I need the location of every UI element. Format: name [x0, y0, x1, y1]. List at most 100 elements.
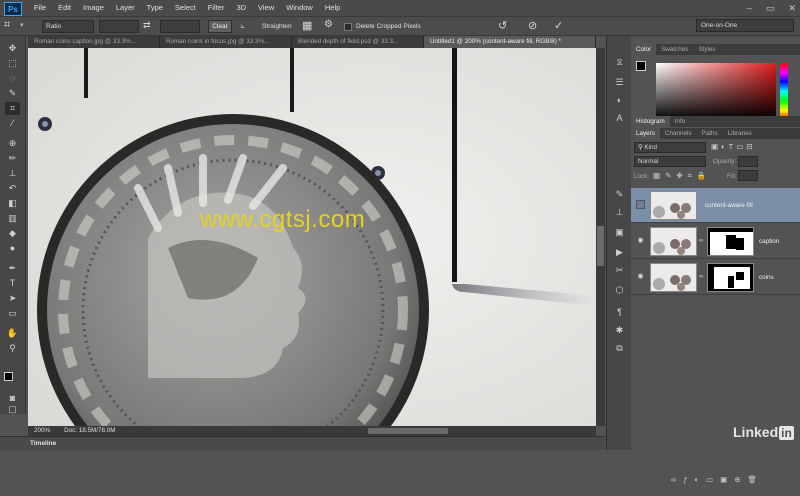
menu-image[interactable]: Image — [77, 0, 110, 16]
eye-icon[interactable]: ◉ — [636, 272, 645, 281]
brush-tool-icon[interactable]: ✏ — [5, 152, 20, 165]
move-tool-icon[interactable]: ✥ — [5, 42, 20, 55]
straighten-icon[interactable]: ⦣ — [240, 21, 245, 31]
tool-preset-chevron-icon[interactable]: ▾ — [20, 21, 24, 29]
history-panel-icon[interactable]: ⧖ — [612, 56, 627, 68]
clone-stamp-tool-icon[interactable]: ⊥ — [5, 167, 20, 180]
vertical-scrollbar[interactable] — [596, 48, 605, 426]
tab-styles[interactable]: Styles — [693, 44, 720, 55]
history-brush-tool-icon[interactable]: ↶ — [5, 182, 20, 195]
menu-edit[interactable]: Edit — [52, 0, 77, 16]
layer-row-content-aware-fill[interactable]: content-aware fill — [631, 188, 800, 223]
delete-cropped-checkbox[interactable] — [344, 23, 352, 31]
doc-tab-focus[interactable]: Roman coins in focus.jpg @ 33.3%... — [160, 36, 292, 48]
document-canvas[interactable] — [28, 48, 596, 426]
eraser-tool-icon[interactable]: ◧ — [5, 197, 20, 210]
link-icon[interactable]: ∞ — [699, 274, 703, 280]
clear-button[interactable]: Clear — [208, 20, 232, 33]
healing-brush-tool-icon[interactable]: ⊕ — [5, 137, 20, 150]
hand-tool-icon[interactable]: ✋ — [5, 327, 20, 340]
crop-height-field[interactable] — [160, 20, 200, 33]
menu-file[interactable]: File — [28, 0, 52, 16]
screen-mode-icon[interactable]: ▢ — [5, 405, 20, 414]
reset-icon[interactable]: ↺ — [498, 19, 507, 32]
tab-libraries[interactable]: Libraries — [723, 128, 757, 139]
commit-crop-icon[interactable]: ✓ — [554, 19, 563, 32]
straighten-label[interactable]: Straighten — [262, 23, 292, 30]
layer-name[interactable]: caption — [759, 238, 779, 246]
tab-info[interactable]: Info — [670, 116, 691, 127]
crop-width-field[interactable] — [99, 20, 139, 33]
character-panel-icon[interactable]: A — [612, 112, 627, 124]
doc-tab-blended[interactable]: Blended depth of field.psd @ 33.3... — [292, 36, 424, 48]
tab-histogram[interactable]: Histogram — [631, 116, 670, 127]
maximize-button[interactable]: ▭ — [766, 0, 775, 16]
dodge-tool-icon[interactable]: ● — [5, 242, 20, 255]
menu-window[interactable]: Window — [280, 0, 319, 16]
crop-tool-icon[interactable]: ⌗ — [5, 102, 20, 115]
actions-panel-icon[interactable]: ▶ — [612, 246, 627, 258]
eyedropper-tool-icon[interactable]: ⁄ — [5, 117, 20, 130]
tab-channels[interactable]: Channels — [660, 128, 697, 139]
minimize-button[interactable]: – — [747, 0, 752, 16]
crop-tool-icon[interactable]: ⌗ — [4, 19, 10, 32]
doc-tab-untitled1[interactable]: Untitled1 @ 200% (content-aware fill, RG… — [424, 36, 596, 48]
marquee-tool-icon[interactable]: ⬚ — [5, 57, 20, 70]
quick-select-tool-icon[interactable]: ✎ — [5, 87, 20, 100]
fill-field[interactable] — [738, 170, 758, 181]
3d-panel-icon[interactable]: ⬡ — [612, 284, 627, 296]
menu-help[interactable]: Help — [319, 0, 346, 16]
paragraph-panel-icon[interactable]: ¶ — [612, 306, 627, 318]
menu-layer[interactable]: Layer — [110, 0, 141, 16]
layer-mask-thumbnail[interactable] — [707, 263, 754, 292]
settings-gear-icon[interactable]: ⚙ — [324, 19, 333, 30]
timeline-panel-tab[interactable]: Timeline — [0, 436, 605, 450]
zoom-tool-icon[interactable]: ⚲ — [5, 342, 20, 355]
tab-paths[interactable]: Paths — [697, 128, 723, 139]
layer-name[interactable]: content-aware fill — [705, 202, 753, 210]
blur-tool-icon[interactable]: ◆ — [5, 227, 20, 240]
tab-color[interactable]: Color — [631, 44, 657, 55]
clone-source-panel-icon[interactable]: ⊥ — [612, 206, 627, 218]
close-button[interactable]: ✕ — [788, 0, 796, 16]
foreground-color-swatch[interactable] — [4, 372, 13, 381]
menu-filter[interactable]: Filter — [202, 0, 231, 16]
rectangle-tool-icon[interactable]: ▭ — [5, 307, 20, 320]
zoom-level[interactable]: 200% — [34, 426, 50, 436]
horizontal-scroll-thumb[interactable] — [368, 428, 448, 434]
cancel-crop-icon[interactable]: ⊘ — [528, 19, 537, 32]
visibility-toggle-off[interactable] — [636, 200, 645, 209]
tab-layers[interactable]: Layers — [631, 128, 660, 139]
doc-tab-caption[interactable]: Roman coins caption.jpg @ 33.3%... — [28, 36, 160, 48]
gradient-tool-icon[interactable]: ▥ — [5, 212, 20, 225]
filter-kind-select[interactable]: ⚲ Kind — [634, 142, 706, 153]
layer-mask-thumbnail[interactable] — [707, 227, 754, 256]
tab-swatches[interactable]: Swatches — [656, 44, 693, 55]
path-select-tool-icon[interactable]: ➤ — [5, 292, 20, 305]
lasso-tool-icon[interactable]: ◌ — [5, 72, 20, 85]
layer-row-coins[interactable]: ◉ ∞ coins — [631, 260, 800, 295]
layer-action-icons[interactable]: ∞ƒ◐▭▣⊕🗑 — [671, 475, 764, 484]
layer-row-caption[interactable]: ◉ ∞ caption — [631, 224, 800, 259]
menu-view[interactable]: View — [252, 0, 280, 16]
type-tool-icon[interactable]: T — [5, 277, 20, 290]
foreground-color-chip[interactable] — [636, 61, 646, 71]
workspace-select[interactable]: One-on-One — [696, 19, 794, 32]
navigator-panel-icon[interactable]: ▣ — [612, 226, 627, 238]
layer-name[interactable]: coins — [759, 274, 774, 282]
vertical-scroll-thumb[interactable] — [597, 226, 604, 266]
color-spectrum[interactable] — [656, 63, 788, 120]
eye-icon[interactable]: ◉ — [636, 236, 645, 245]
layer-filter-icons[interactable]: ▣◐T▭⊟ — [711, 142, 756, 151]
measurement-panel-icon[interactable]: ✱ — [612, 324, 627, 336]
menu-type[interactable]: Type — [141, 0, 169, 16]
notes-panel-icon[interactable]: ⧉ — [612, 342, 627, 354]
menu-3d[interactable]: 3D — [230, 0, 252, 16]
lock-icons[interactable]: ▦✎✥⌗🔒 — [653, 171, 711, 181]
opacity-field[interactable] — [738, 156, 758, 167]
tools-panel-icon[interactable]: ✂ — [612, 264, 627, 276]
link-icon[interactable]: ∞ — [699, 238, 703, 244]
menu-select[interactable]: Select — [169, 0, 202, 16]
ratio-select[interactable]: Ratio — [42, 20, 94, 33]
overlay-grid-icon[interactable]: ▦ — [302, 19, 312, 32]
